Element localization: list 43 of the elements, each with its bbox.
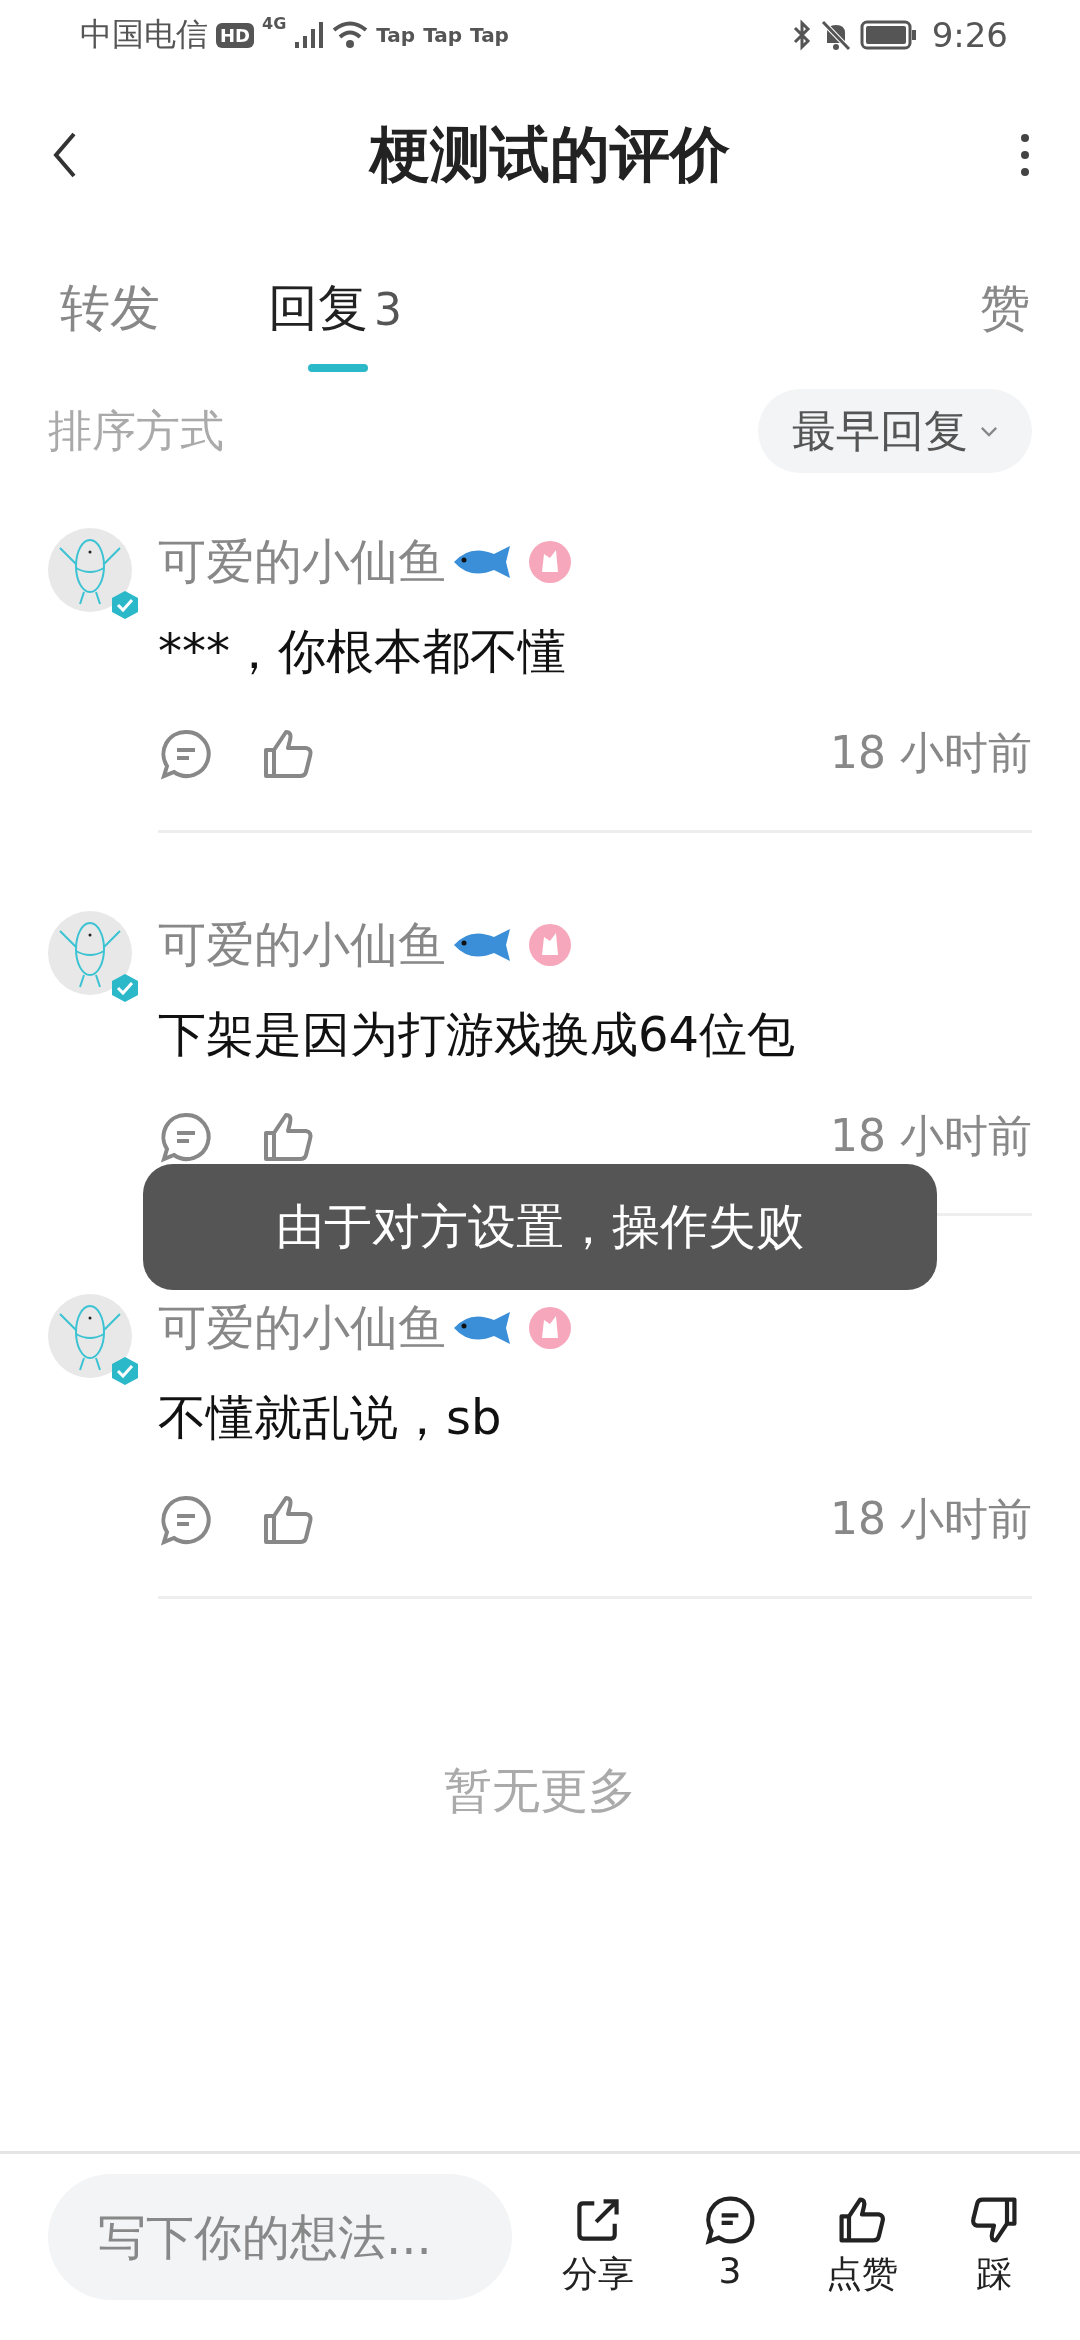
medal-icon bbox=[528, 923, 572, 967]
comment-icon bbox=[704, 2194, 756, 2246]
likes-tab[interactable]: 赞 bbox=[980, 275, 1030, 372]
end-of-list-note: 暂无更多 bbox=[443, 1761, 637, 1820]
reply-text: ***，你根本都不懂 bbox=[158, 622, 567, 681]
signal-icon bbox=[294, 20, 325, 50]
avatar[interactable] bbox=[48, 911, 132, 995]
carrier-name: 中国电信 bbox=[80, 14, 208, 55]
muted-bell-icon bbox=[819, 19, 852, 51]
reply-time: 18 小时前 bbox=[830, 1492, 1032, 1546]
medal-icon bbox=[528, 540, 572, 584]
avatar[interactable] bbox=[48, 1294, 132, 1378]
more-icon[interactable] bbox=[1020, 133, 1030, 177]
app-notification: Tap bbox=[423, 23, 463, 47]
app-notification: Tap bbox=[470, 23, 509, 47]
hd-badge: HD bbox=[216, 22, 254, 48]
reply-text: 不懂就乱说，sb bbox=[158, 1388, 503, 1447]
clock-time: 9:26 bbox=[931, 15, 1008, 55]
reply-text: 下架是因为打游戏换成64位包 bbox=[158, 1005, 797, 1064]
avatar[interactable] bbox=[48, 528, 132, 612]
sort-dropdown[interactable]: 最早回复 bbox=[758, 389, 1032, 473]
chevron-icon bbox=[980, 425, 998, 437]
user-name[interactable]: 可爱的小仙鱼 bbox=[158, 530, 446, 594]
tab[interactable]: 转发 bbox=[60, 275, 160, 372]
action-button[interactable]: 3 bbox=[684, 2194, 776, 2291]
page-title: 梗测试的评价 bbox=[370, 117, 730, 191]
action-button[interactable]: 分享 bbox=[552, 2194, 644, 2299]
reply-time: 18 小时前 bbox=[830, 1109, 1032, 1163]
medal-icon bbox=[528, 1306, 572, 1350]
user-name[interactable]: 可爱的小仙鱼 bbox=[158, 913, 446, 977]
reply-time: 18 小时前 bbox=[830, 726, 1032, 780]
wifi-icon bbox=[332, 20, 369, 50]
sort-label: 排序方式 bbox=[48, 403, 224, 458]
action-button[interactable]: 踩 bbox=[948, 2194, 1040, 2299]
app-notification: Tap bbox=[376, 23, 416, 47]
tab[interactable]: 回复 3 bbox=[268, 275, 402, 372]
network-type: 4G bbox=[262, 14, 287, 33]
bluetooth-icon bbox=[791, 19, 812, 51]
user-name[interactable]: 可爱的小仙鱼 bbox=[158, 1296, 446, 1360]
comment-input[interactable]: 写下你的想法... bbox=[48, 2174, 512, 2300]
action-button[interactable]: 点赞 bbox=[816, 2194, 908, 2299]
error-toast: 由于对方设置，操作失败 bbox=[143, 1164, 937, 1290]
battery-icon bbox=[859, 20, 918, 50]
